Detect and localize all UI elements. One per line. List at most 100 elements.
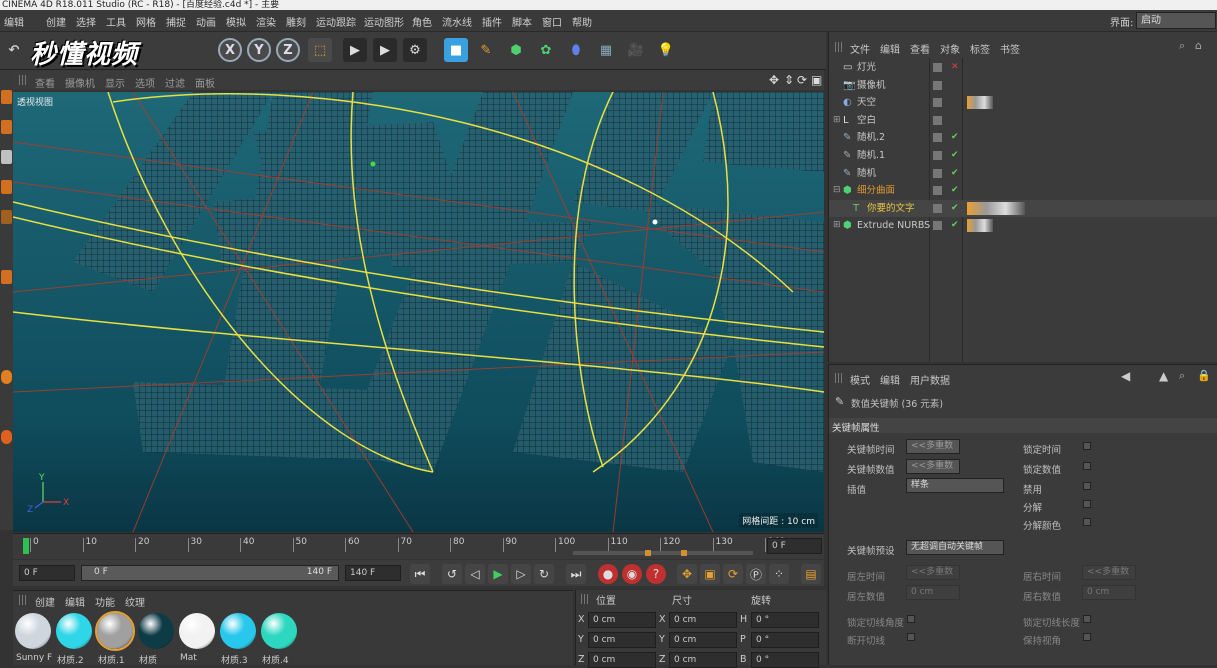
polygons-mode-icon[interactable] <box>1 210 12 224</box>
model-mode-icon[interactable] <box>1 90 12 104</box>
menu-script[interactable]: 脚本 <box>512 14 532 29</box>
attr-menu-edit[interactable]: 编辑 <box>880 372 900 387</box>
pen-spline-icon[interactable]: ✎ <box>474 38 498 62</box>
interpolation-select[interactable]: 样条 <box>906 478 1004 493</box>
x-axis-button[interactable]: X <box>218 38 242 62</box>
axis-lock-icon[interactable] <box>1 370 12 384</box>
visibility-toggle-icon[interactable] <box>933 151 942 160</box>
back-arrow-icon[interactable]: ◀ <box>1121 369 1130 383</box>
object-row[interactable]: ✎ 随机 ✔ <box>829 165 1217 182</box>
floor-icon[interactable]: ▦ <box>594 38 618 62</box>
up-arrow-icon[interactable]: ▲ <box>1159 369 1168 383</box>
menu-mesh[interactable]: 网格 <box>136 14 156 29</box>
menu-plugins[interactable]: 插件 <box>482 14 502 29</box>
object-menu-edit[interactable]: 编辑 <box>880 41 900 56</box>
key-parameter-icon[interactable]: Ⓟ <box>746 564 766 584</box>
workplane-icon[interactable] <box>1 430 12 444</box>
z-axis-button[interactable]: Z <box>276 38 300 62</box>
layout-select[interactable]: 启动 <box>1136 12 1216 29</box>
attr-menu-mode[interactable]: 模式 <box>850 372 870 387</box>
viewport-menu-filter[interactable]: 过滤 <box>165 75 185 90</box>
menu-tools[interactable]: 工具 <box>106 14 126 29</box>
menu-mograph[interactable]: 运动图形 <box>364 14 404 29</box>
texture-mode-icon[interactable] <box>1 120 12 134</box>
previous-key-icon[interactable]: ↺ <box>442 564 462 584</box>
coord-value-field[interactable]: 0 cm <box>669 652 737 668</box>
material-swatch[interactable] <box>95 611 135 651</box>
visibility-toggle-icon[interactable] <box>933 168 942 178</box>
visibility-toggle-icon[interactable] <box>933 80 942 90</box>
move-view-icon[interactable]: ✥ <box>769 73 779 87</box>
left-time-field[interactable]: <<多重数 <box>906 565 960 580</box>
expand-icon[interactable]: ⊞ <box>833 112 841 129</box>
material-menu-create[interactable]: 创建 <box>35 594 55 609</box>
enabled-check-icon[interactable]: ✔ <box>951 200 959 217</box>
object-row[interactable]: ✎ 随机.1 ✔ <box>829 147 1217 164</box>
viewport-menu-camera[interactable]: 摄像机 <box>65 75 95 90</box>
auto-key-icon[interactable]: ◉ <box>622 564 642 584</box>
menu-help[interactable]: 帮助 <box>572 14 592 29</box>
points-mode-icon[interactable] <box>1 150 12 164</box>
viewport-menu-view[interactable]: 查看 <box>35 75 55 90</box>
enabled-check-icon[interactable]: ✔ <box>951 147 959 164</box>
coord-value-field[interactable]: 0 ° <box>751 632 819 648</box>
cloner-icon[interactable]: ✿ <box>534 38 558 62</box>
cube-icon[interactable]: ■ <box>444 38 468 62</box>
menu-simulate[interactable]: 模拟 <box>226 14 246 29</box>
material-swatch[interactable] <box>220 613 256 649</box>
coord-value-field[interactable]: 0 cm <box>588 632 656 648</box>
menu-create[interactable]: 创建 <box>46 14 66 29</box>
object-menu-bookmarks[interactable]: 书签 <box>1000 41 1020 56</box>
search-icon[interactable]: ⌕ <box>1179 369 1185 383</box>
viewport-menu-options[interactable]: 选项 <box>135 75 155 90</box>
lock-value-checkbox[interactable] <box>1083 462 1091 470</box>
object-menu-tags[interactable]: 标签 <box>970 41 990 56</box>
coord-value-field[interactable]: 0 cm <box>669 612 737 628</box>
world-coordinates-icon[interactable]: ⬚ <box>308 38 332 62</box>
coord-value-field[interactable]: 0 cm <box>588 652 656 668</box>
preset-select[interactable]: 无超调自动关键帧 <box>906 540 1004 555</box>
lock-tangent-angle-checkbox[interactable] <box>907 615 915 623</box>
zoom-view-icon[interactable]: ⇕ <box>784 73 794 87</box>
current-frame-field[interactable]: 0 F <box>767 538 822 554</box>
object-row[interactable]: ⊞ ⬢ Extrude NURBS ✔ <box>829 217 1217 234</box>
mute-checkbox[interactable] <box>1083 482 1091 490</box>
break-tangent-checkbox[interactable] <box>907 633 915 641</box>
visibility-toggle-icon[interactable] <box>933 63 942 72</box>
go-to-end-icon[interactable]: ⏭ <box>566 564 586 584</box>
key-scale-icon[interactable]: ▣ <box>700 564 720 584</box>
coord-value-field[interactable]: 0 cm <box>588 612 656 628</box>
render-settings-icon[interactable]: ⚙ <box>403 38 427 62</box>
break-color-checkbox[interactable] <box>1083 518 1091 526</box>
right-value-field[interactable]: 0 cm <box>1082 585 1136 600</box>
coord-value-field[interactable]: 0 cm <box>669 632 737 648</box>
record-icon[interactable]: ● <box>598 564 618 584</box>
attr-menu-userdata[interactable]: 用户数据 <box>910 372 950 387</box>
start-frame-field[interactable]: 0 F <box>19 565 75 581</box>
menu-window[interactable]: 窗口 <box>542 14 562 29</box>
material-swatch[interactable] <box>179 613 215 649</box>
keep-view-checkbox[interactable] <box>1083 633 1091 641</box>
play-icon[interactable]: ▶ <box>488 564 508 584</box>
render-picture-viewer-icon[interactable]: ▶ <box>373 38 397 62</box>
object-row[interactable]: ⊞ L 空白 <box>829 112 1217 129</box>
object-tag-icon[interactable] <box>967 201 1025 215</box>
menu-render[interactable]: 渲染 <box>256 14 276 29</box>
previous-frame-icon[interactable]: ◁ <box>465 564 485 584</box>
object-menu-view[interactable]: 查看 <box>910 41 930 56</box>
next-frame-icon[interactable]: ▷ <box>511 564 531 584</box>
range-slider[interactable]: 0 F 140 F <box>81 565 339 581</box>
keyframe-selection-icon[interactable]: ? <box>646 564 666 584</box>
key-rotation-icon[interactable]: ⟳ <box>723 564 743 584</box>
object-row[interactable]: ✎ 随机.2 ✔ <box>829 129 1217 146</box>
key-value-field[interactable]: <<多重数 <box>906 459 960 474</box>
enabled-check-icon[interactable]: ✔ <box>951 182 959 199</box>
lock-tangent-length-checkbox[interactable] <box>1083 615 1091 623</box>
key-time-field[interactable]: <<多重数 <box>906 439 960 454</box>
menu-snap[interactable]: 捕捉 <box>166 14 186 29</box>
object-tag-icon[interactable] <box>967 219 993 233</box>
next-key-icon[interactable]: ↻ <box>534 564 554 584</box>
disabled-icon[interactable]: ✕ <box>951 59 959 76</box>
menu-select[interactable]: 选择 <box>76 14 96 29</box>
undo-icon[interactable]: ↶ <box>2 38 26 62</box>
